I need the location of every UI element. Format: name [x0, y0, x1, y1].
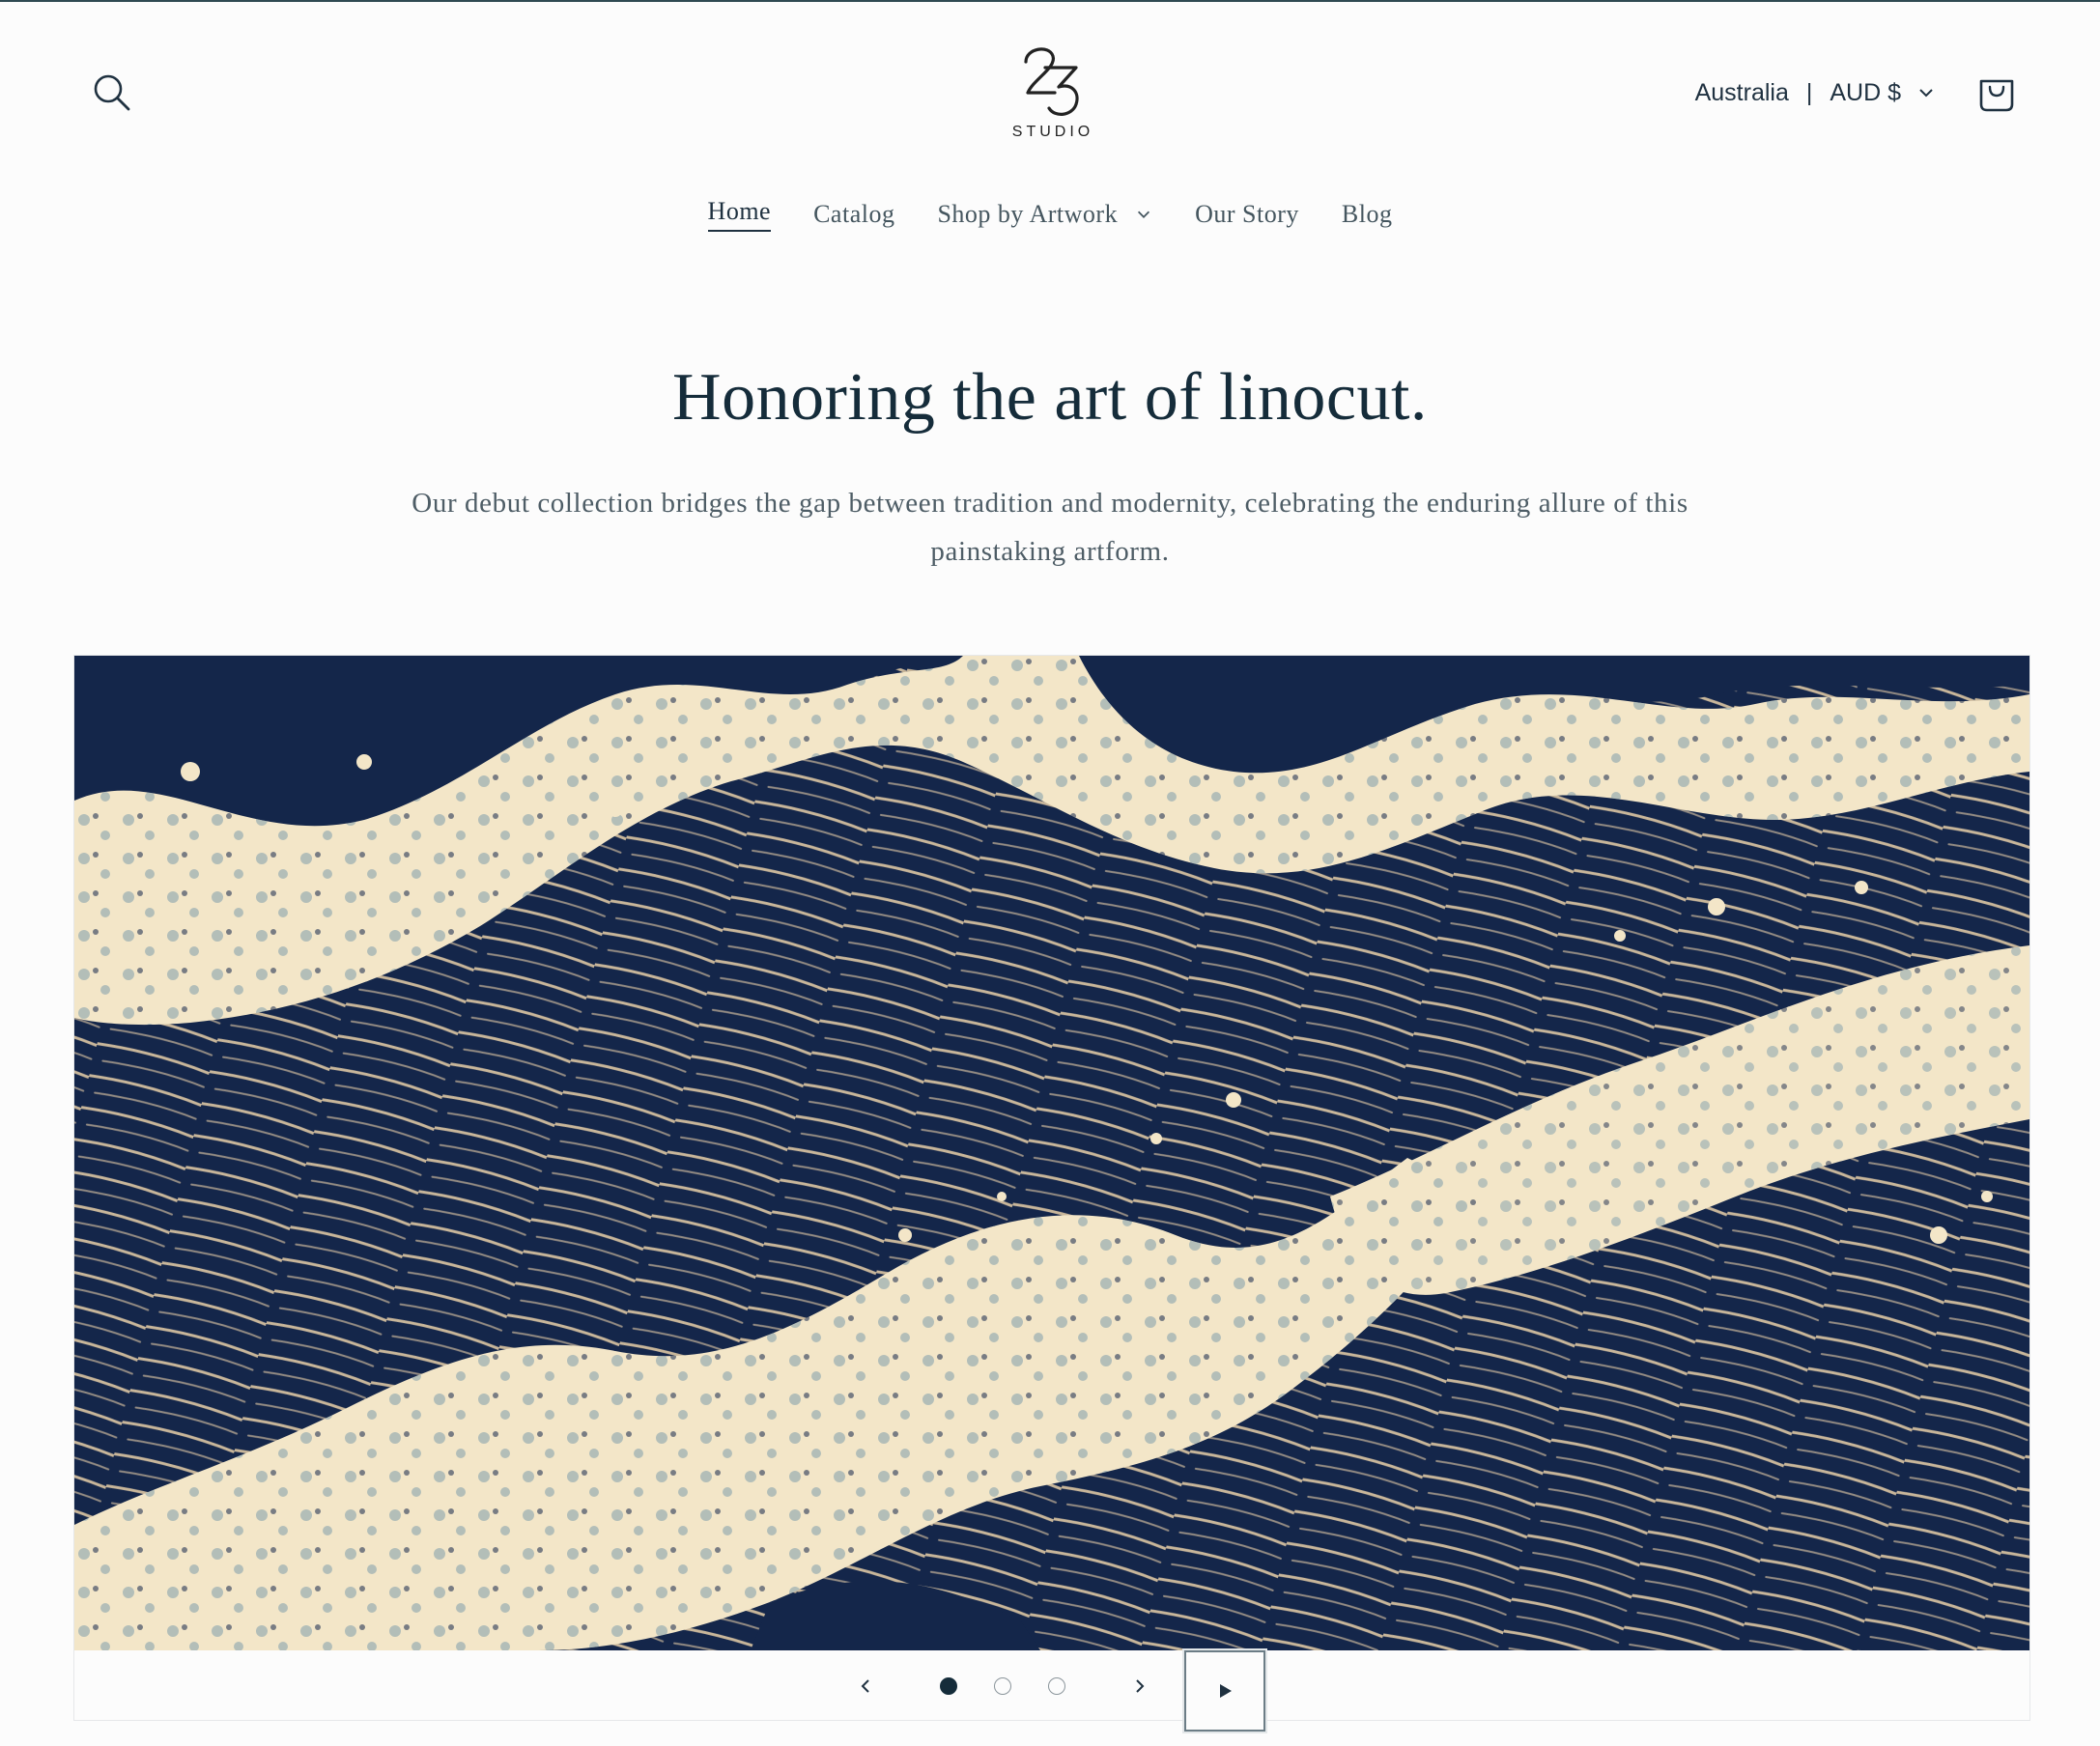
site-header: STUDIO Australia | AUD $ Home Catalog Sh…: [0, 0, 2100, 251]
slideshow-controls: [74, 1650, 2029, 1732]
nav-item-home[interactable]: Home: [687, 191, 793, 238]
search-button[interactable]: [89, 70, 135, 116]
nav-label-shop-by-artwork: Shop by Artwork: [937, 200, 1119, 228]
nav-item-shop-by-artwork[interactable]: Shop by Artwork: [916, 191, 1174, 238]
chevron-right-icon: [1136, 1679, 1145, 1693]
nav-label-blog: Blog: [1341, 200, 1393, 228]
cart-button[interactable]: [1976, 71, 2017, 114]
currency-label: AUD $: [1830, 78, 1901, 106]
nav-label-home: Home: [707, 197, 772, 232]
chevron-down-icon: [1919, 89, 1933, 98]
previous-slide-button[interactable]: [838, 1659, 893, 1713]
main-navigation: Home Catalog Shop by Artwork Our Story B…: [0, 191, 2100, 238]
slide-dot-3[interactable]: [1048, 1677, 1065, 1695]
hero-subtitle: Our debut collection bridges the gap bet…: [411, 488, 1689, 567]
slide-image-wave-linocut: [74, 656, 2029, 1650]
site-logo[interactable]: STUDIO: [1005, 41, 1101, 147]
slide-dot-2[interactable]: [994, 1677, 1011, 1695]
slide-dot-1[interactable]: [940, 1677, 957, 1695]
hero-title: Honoring the art of linocut.: [672, 360, 1428, 435]
search-icon: [94, 74, 130, 111]
nav-item-blog[interactable]: Blog: [1320, 191, 1414, 238]
nav-label-catalog: Catalog: [813, 200, 895, 228]
next-slide-button[interactable]: [1113, 1659, 1167, 1713]
cart-bag-icon: [1979, 79, 2014, 112]
chevron-left-icon: [861, 1679, 869, 1693]
play-icon: [1220, 1684, 1232, 1698]
locale-divider: |: [1805, 78, 1813, 106]
nav-item-our-story[interactable]: Our Story: [1174, 191, 1320, 238]
nav-label-our-story: Our Story: [1195, 200, 1299, 228]
locale-selector[interactable]: Australia | AUD $: [1695, 75, 1936, 110]
wave-artwork: [74, 656, 2029, 1650]
logo-mark-icon: [1024, 47, 1079, 116]
nav-item-catalog[interactable]: Catalog: [792, 191, 916, 238]
autoplay-toggle-button[interactable]: [1184, 1650, 1265, 1732]
logo-wordmark: STUDIO: [1011, 124, 1094, 140]
hero-slideshow: [73, 655, 2030, 1732]
chevron-down-icon: [1138, 211, 1150, 218]
country-label: Australia: [1694, 78, 1789, 106]
